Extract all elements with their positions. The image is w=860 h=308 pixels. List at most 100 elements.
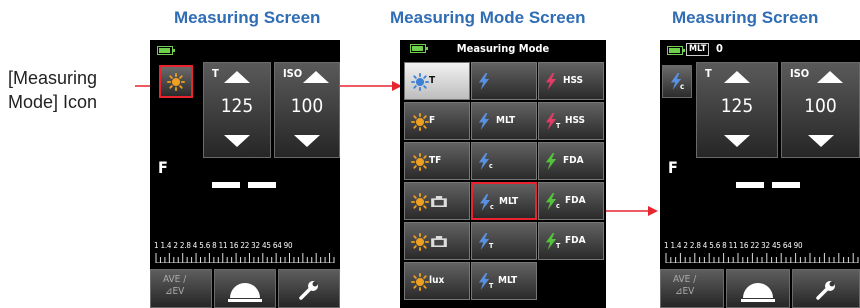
dome-icon bbox=[230, 283, 260, 298]
flash-icon bbox=[478, 73, 490, 90]
aperture-scale-labels: 1 1.4 2 2.8 4 5.6 8 11 16 22 32 45 64 90 bbox=[664, 241, 803, 250]
mode-cord-hss-cell[interactable]: HSS bbox=[538, 62, 604, 100]
f-number-label: F bbox=[158, 158, 168, 177]
shutter-value: 125 bbox=[220, 95, 254, 117]
f-number-empty-reading bbox=[736, 182, 800, 188]
wrench-icon bbox=[299, 281, 318, 300]
sun-icon bbox=[411, 73, 429, 91]
flash-icon bbox=[478, 113, 490, 130]
mode-wireless-cell[interactable]: T bbox=[471, 222, 537, 260]
lumisphere-button[interactable] bbox=[214, 269, 276, 308]
mode-label: FDA bbox=[563, 155, 584, 166]
mlt-counter: 0 bbox=[716, 42, 723, 55]
mode-label: F bbox=[429, 115, 436, 126]
aperture-scale-ticks bbox=[155, 253, 335, 263]
mode-ambient-cine-cell[interactable] bbox=[404, 222, 470, 260]
mode-wireless-fda-cell[interactable]: T FDA bbox=[538, 222, 604, 260]
mode-label: FDA bbox=[565, 195, 586, 206]
sun-icon bbox=[411, 113, 429, 131]
mode-ambient-lux-cell[interactable]: lux bbox=[404, 262, 470, 300]
ave-line-1: AVE / bbox=[163, 274, 187, 285]
mlt-badge: MLT bbox=[686, 43, 710, 56]
mode-cordless-mlt-cell[interactable]: c MLT bbox=[471, 182, 537, 220]
shutter-up-arrow-icon[interactable] bbox=[724, 71, 750, 83]
measuring-mode-icon-button[interactable] bbox=[159, 65, 193, 98]
mode-flash-fda-cell[interactable]: FDA bbox=[538, 142, 604, 180]
iso-tile[interactable]: ISO 100 bbox=[781, 62, 860, 158]
mode-cordless-fda-cell[interactable]: c FDA bbox=[538, 182, 604, 220]
mode-label: MLT bbox=[498, 275, 518, 286]
measuring-mode-icon-button[interactable]: c bbox=[662, 65, 692, 98]
flash-icon bbox=[545, 153, 557, 170]
iso-label: ISO bbox=[283, 67, 303, 80]
measuring-mode-screen: Measuring Mode T HSS F MLT T HSS TF c FDA c MLT c FD… bbox=[400, 40, 606, 308]
flash-icon bbox=[545, 73, 557, 90]
measuring-screen-left: T 125 ISO 100 F 1 1.4 2 2.8 4 5.6 8 11 1… bbox=[150, 40, 340, 308]
mode-ambient-tf-cell[interactable]: TF bbox=[404, 142, 470, 180]
mode-label: MLT bbox=[499, 196, 519, 207]
shutter-label: T bbox=[212, 67, 219, 80]
ave-ev-label: AVE / ⊿EV bbox=[673, 274, 696, 298]
mode-wireless-mlt-cell[interactable]: T MLT bbox=[471, 262, 537, 300]
lumisphere-button[interactable] bbox=[726, 269, 790, 308]
mode-cord-mlt-cell[interactable]: MLT bbox=[471, 102, 537, 140]
ave-line-2: ⊿EV bbox=[674, 286, 695, 297]
flash-subscript: T bbox=[556, 242, 561, 250]
sun-icon bbox=[167, 73, 185, 91]
f-number-empty-reading bbox=[212, 182, 276, 188]
mode-screen-title: Measuring Mode bbox=[456, 42, 550, 55]
measuring-screen-right: MLT 0 c T 125 ISO 100 F 1 1.4 2 2.8 4 5.… bbox=[660, 40, 860, 308]
flash-subscript: c bbox=[490, 203, 494, 211]
sun-icon bbox=[411, 153, 429, 171]
settings-button[interactable] bbox=[278, 269, 340, 308]
dome-base bbox=[228, 299, 262, 302]
mode-ambient-hd-cine-cell[interactable] bbox=[404, 182, 470, 220]
iso-down-arrow-icon[interactable] bbox=[807, 135, 834, 147]
battery-icon bbox=[667, 46, 685, 55]
mode-wireless-hss-cell[interactable]: T HSS bbox=[538, 102, 604, 140]
cordless-subscript: c bbox=[680, 82, 685, 91]
sun-icon bbox=[411, 193, 429, 211]
ave-line-2: ⊿EV bbox=[164, 286, 185, 297]
shutter-up-arrow-icon[interactable] bbox=[224, 71, 250, 83]
shutter-speed-tile[interactable]: T 125 bbox=[696, 62, 778, 158]
f-number-label: F bbox=[668, 158, 678, 177]
aperture-scale-labels: 1 1.4 2 2.8 4 5.6 8 11 16 22 32 45 64 90 bbox=[154, 241, 293, 250]
shutter-speed-tile[interactable]: T 125 bbox=[203, 62, 271, 158]
mode-label: TF bbox=[429, 155, 442, 166]
arrow-head-to-result-screen bbox=[648, 206, 658, 216]
mode-ambient-t-cell[interactable]: T bbox=[404, 62, 470, 100]
mode-label: FDA bbox=[565, 235, 586, 246]
iso-down-arrow-icon[interactable] bbox=[294, 135, 320, 147]
iso-tile[interactable]: ISO 100 bbox=[274, 62, 340, 158]
shutter-down-arrow-icon[interactable] bbox=[724, 135, 750, 147]
shutter-value: 125 bbox=[720, 95, 754, 117]
iso-up-arrow-icon[interactable] bbox=[303, 71, 329, 83]
video-camera-icon bbox=[431, 236, 447, 247]
dome-icon bbox=[743, 283, 773, 298]
mode-cordless-cell[interactable]: c bbox=[471, 142, 537, 180]
iso-label: ISO bbox=[790, 67, 810, 80]
iso-value: 100 bbox=[290, 95, 324, 117]
battery-icon bbox=[157, 46, 175, 55]
flash-subscript: T bbox=[489, 242, 494, 250]
wrench-icon bbox=[816, 281, 835, 300]
ave-ev-button[interactable]: AVE / ⊿EV bbox=[660, 269, 724, 308]
mode-ambient-f-cell[interactable]: F bbox=[404, 102, 470, 140]
mode-label: HSS bbox=[565, 115, 586, 126]
sun-icon bbox=[411, 233, 429, 251]
ave-line-1: AVE / bbox=[673, 274, 697, 285]
mode-label: MLT bbox=[496, 115, 516, 126]
dome-base bbox=[741, 299, 775, 302]
mode-cordless-flash-cell[interactable] bbox=[471, 62, 537, 100]
ave-ev-button[interactable]: AVE / ⊿EV bbox=[150, 269, 212, 308]
iso-up-arrow-icon[interactable] bbox=[816, 71, 843, 83]
flash-subscript: T bbox=[556, 122, 561, 130]
flash-subscript: c bbox=[556, 202, 560, 210]
mode-label: T bbox=[429, 75, 436, 86]
flash-subscript: T bbox=[489, 282, 494, 290]
shutter-down-arrow-icon[interactable] bbox=[224, 135, 250, 147]
flash-subscript: c bbox=[489, 162, 493, 170]
settings-button[interactable] bbox=[792, 269, 860, 308]
shutter-label: T bbox=[705, 67, 712, 80]
